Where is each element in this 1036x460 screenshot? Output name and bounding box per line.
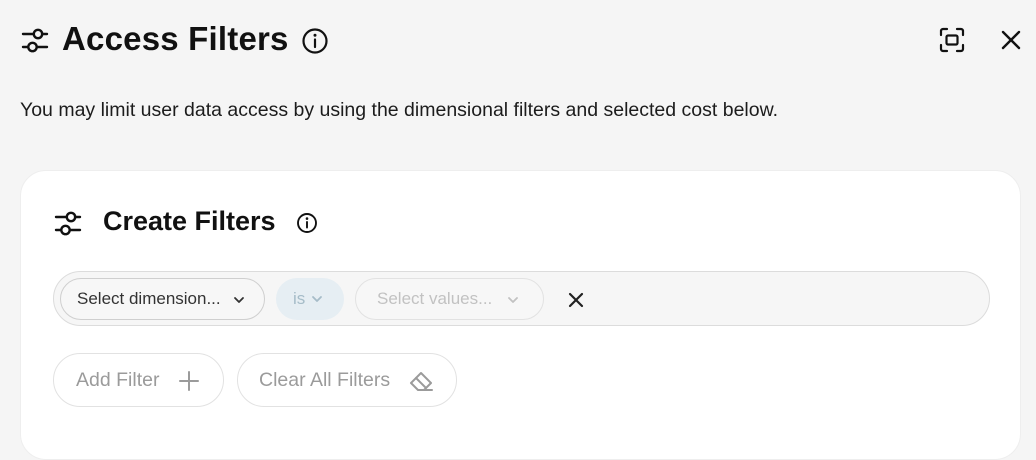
info-icon[interactable] bbox=[301, 27, 329, 55]
add-filter-button[interactable]: Add Filter bbox=[53, 353, 224, 407]
values-select-label: Select values... bbox=[377, 289, 493, 308]
operator-select[interactable]: is bbox=[276, 278, 344, 320]
filter-row: Select dimension... is Select values... bbox=[53, 271, 990, 326]
values-select[interactable]: Select values... bbox=[355, 278, 544, 320]
remove-filter-button[interactable] bbox=[566, 290, 586, 310]
clear-all-filters-button[interactable]: Clear All Filters bbox=[237, 353, 457, 407]
chevron-down-icon bbox=[311, 293, 323, 305]
dialog-header: Access Filters bbox=[0, 0, 1036, 80]
info-icon[interactable] bbox=[296, 212, 318, 234]
add-filter-label: Add Filter bbox=[76, 368, 160, 391]
clear-all-filters-label: Clear All Filters bbox=[259, 368, 391, 391]
operator-select-label: is bbox=[293, 289, 306, 308]
chevron-down-icon bbox=[507, 294, 519, 306]
chevron-down-icon bbox=[233, 294, 245, 306]
close-button[interactable] bbox=[997, 26, 1025, 54]
create-filters-card: Create Filters Select dimension... is Se… bbox=[20, 170, 1021, 460]
card-title: Create Filters bbox=[103, 206, 276, 236]
page-title: Access Filters bbox=[62, 20, 289, 57]
dimension-select-label: Select dimension... bbox=[77, 289, 221, 308]
fullscreen-button[interactable] bbox=[937, 25, 967, 55]
eraser-icon bbox=[408, 368, 434, 394]
plus-icon bbox=[176, 368, 202, 394]
filters-icon bbox=[21, 27, 49, 55]
description-text: You may limit user data access by using … bbox=[20, 99, 779, 121]
dimension-select[interactable]: Select dimension... bbox=[60, 278, 265, 320]
filters-icon bbox=[54, 210, 82, 238]
